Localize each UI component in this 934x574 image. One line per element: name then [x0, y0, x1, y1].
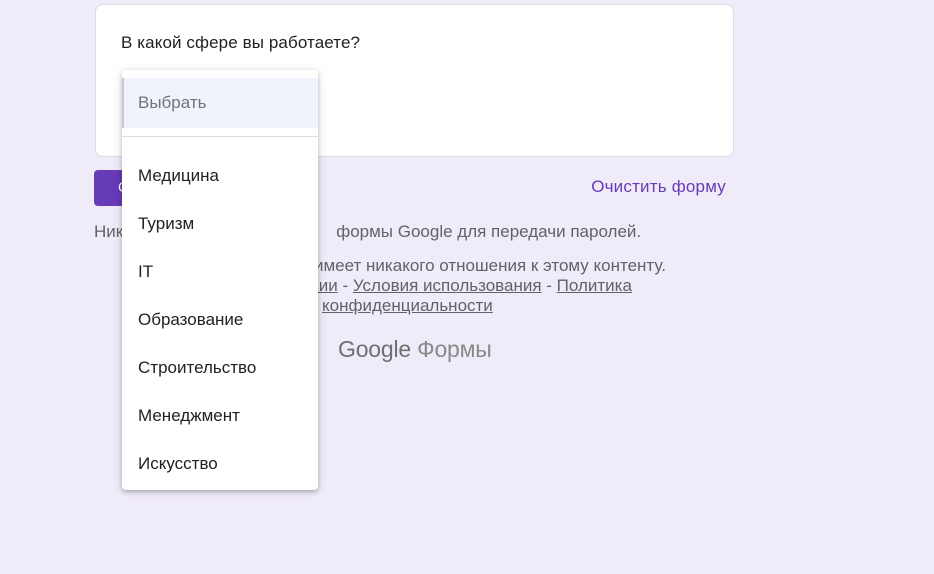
disclaimer-line3: конфиденциальности	[290, 296, 666, 316]
privacy-link-part2[interactable]: конфиденциальности	[322, 296, 493, 315]
clear-form-button[interactable]: Очистить форму	[591, 177, 726, 197]
dropdown-option-art[interactable]: Искусство	[122, 440, 318, 488]
google-form-page: В какой сфере вы работаете? Отправить Оч…	[0, 0, 934, 574]
logo-google-text: Google	[338, 336, 411, 362]
dropdown-menu[interactable]: Выбрать Медицина Туризм IT Образование С…	[122, 70, 318, 490]
footer-disclaimer: имеет никакого отношения к этому контент…	[290, 256, 666, 316]
password-warning-start: Ник	[94, 222, 124, 241]
disclaimer-line2: лении - Условия использования - Политика	[290, 276, 666, 296]
dropdown-option-construction[interactable]: Строительство	[122, 344, 318, 392]
dropdown-option-management[interactable]: Менеджмент	[122, 392, 318, 440]
dropdown-option-education[interactable]: Образование	[122, 296, 318, 344]
dropdown-option-placeholder[interactable]: Выбрать	[122, 78, 318, 128]
separator: -	[337, 276, 353, 295]
separator: -	[541, 276, 557, 295]
privacy-link-part1[interactable]: Политика	[557, 276, 632, 295]
dropdown-divider	[122, 136, 318, 137]
dropdown-option-it[interactable]: IT	[122, 248, 318, 296]
logo-forms-text: Формы	[417, 336, 492, 362]
dropdown-option-tourism[interactable]: Туризм	[122, 200, 318, 248]
question-title: В какой сфере вы работаете?	[121, 33, 361, 52]
google-forms-logo[interactable]: Google Формы	[338, 336, 492, 363]
disclaimer-line1: имеет никакого отношения к этому контент…	[314, 256, 666, 275]
dropdown-option-medicine[interactable]: Медицина	[122, 152, 318, 200]
terms-link[interactable]: Условия использования	[353, 276, 542, 295]
password-warning-end: формы Google для передачи паролей.	[336, 222, 642, 241]
